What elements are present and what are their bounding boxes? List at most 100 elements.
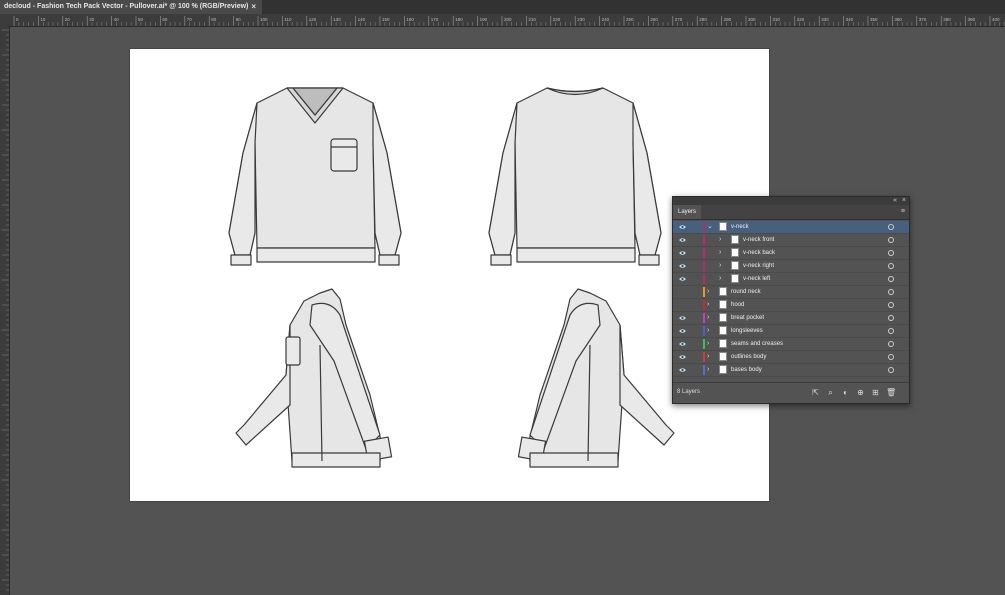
layer-name[interactable]: outlines body: [731, 351, 766, 363]
layer-name[interactable]: seams and creases: [731, 338, 783, 350]
new-layer-icon[interactable]: ⊞: [871, 388, 880, 397]
layer-name[interactable]: bases body: [731, 364, 762, 376]
layer-name[interactable]: v-neck: [731, 221, 749, 233]
chevron-right-icon[interactable]: ›: [707, 300, 709, 310]
pullover-side-left-illustration[interactable]: [510, 285, 680, 471]
layer-row[interactable]: › outlines body: [673, 351, 909, 364]
layer-color-swatch: [703, 365, 705, 375]
layer-name[interactable]: v-neck left: [743, 273, 770, 285]
layer-row[interactable]: ⌄ v-neck: [673, 221, 909, 234]
tab-layers[interactable]: Layers: [673, 205, 702, 219]
layer-thumbnail: [719, 287, 727, 296]
ruler-label: 130: [333, 17, 341, 22]
layer-row[interactable]: › bases body: [673, 364, 909, 377]
chevron-right-icon[interactable]: ›: [707, 339, 709, 349]
layer-row[interactable]: › v-neck right: [673, 260, 909, 273]
chevron-right-icon[interactable]: ›: [719, 235, 721, 245]
ruler-label: 140: [358, 17, 366, 22]
chevron-down-icon[interactable]: ⌄: [707, 222, 713, 232]
chevron-right-icon[interactable]: ›: [719, 274, 721, 284]
chevron-right-icon[interactable]: ›: [707, 313, 709, 323]
ruler-label: 70: [187, 17, 193, 22]
target-circle-icon[interactable]: [888, 302, 894, 308]
target-circle-icon[interactable]: [888, 367, 894, 373]
chevron-right-icon[interactable]: ›: [707, 352, 709, 362]
ruler-label: 210: [528, 17, 536, 22]
ruler-label: 360: [894, 17, 902, 22]
layer-name[interactable]: v-neck front: [743, 234, 774, 246]
eye-icon[interactable]: [679, 250, 686, 256]
pullover-front-illustration[interactable]: [225, 83, 405, 275]
target-circle-icon[interactable]: [888, 250, 894, 256]
pullover-side-right-illustration[interactable]: [230, 285, 400, 471]
trash-icon[interactable]: 🗑: [886, 388, 896, 397]
layer-color-swatch: [703, 287, 705, 297]
target-circle-icon[interactable]: [888, 224, 894, 230]
layer-row[interactable]: › seams and creases: [673, 338, 909, 351]
target-circle-icon[interactable]: [888, 237, 894, 243]
layer-color-swatch: [703, 222, 705, 232]
layer-name[interactable]: longsleeves: [731, 325, 763, 337]
target-circle-icon[interactable]: [888, 354, 894, 360]
document-tab-bar: decloud - Fashion Tech Pack Vector - Pul…: [0, 0, 1005, 14]
search-icon[interactable]: ⌕: [826, 388, 835, 397]
eye-icon[interactable]: [679, 367, 686, 373]
panel-menu-icon[interactable]: ≡: [901, 208, 905, 215]
layer-name[interactable]: round neck: [731, 286, 761, 298]
layers-list: ⌄ v-neck › v-neck front › v-neck back › v-neck …: [673, 221, 909, 377]
visibility-toggle[interactable]: [679, 302, 686, 308]
ruler-label: 120: [309, 17, 317, 22]
target-circle-icon[interactable]: [888, 341, 894, 347]
chevron-right-icon[interactable]: ›: [707, 365, 709, 375]
layer-row[interactable]: › hood: [673, 299, 909, 312]
chevron-right-icon[interactable]: ›: [719, 248, 721, 258]
eye-icon[interactable]: [679, 276, 686, 282]
panel-title-bar[interactable]: « ×: [673, 197, 909, 205]
target-circle-icon[interactable]: [888, 289, 894, 295]
eye-icon[interactable]: [679, 237, 686, 243]
target-circle-icon[interactable]: [888, 315, 894, 321]
layer-row[interactable]: › v-neck front: [673, 234, 909, 247]
eye-icon[interactable]: [679, 354, 686, 360]
layer-row[interactable]: › round neck: [673, 286, 909, 299]
ruler-label: 80: [211, 17, 217, 22]
eye-icon[interactable]: [679, 328, 686, 334]
close-icon[interactable]: ×: [251, 0, 256, 14]
target-circle-icon[interactable]: [888, 328, 894, 334]
ruler-label: 310: [772, 17, 780, 22]
visibility-toggle[interactable]: [679, 289, 686, 295]
layer-row[interactable]: › v-neck left: [673, 273, 909, 286]
layer-row[interactable]: › v-neck back: [673, 247, 909, 260]
horizontal-ruler[interactable]: 0 10 20 30 40 50 60 70 80 90 100 110 120 130 140 150 160…: [0, 14, 1005, 27]
eye-icon[interactable]: [679, 263, 686, 269]
eye-icon[interactable]: [679, 315, 686, 321]
ruler-label: 300: [748, 17, 756, 22]
panel-close-icon[interactable]: ×: [902, 197, 906, 205]
layer-name[interactable]: v-neck right: [743, 260, 774, 272]
eye-icon[interactable]: [679, 341, 686, 347]
vertical-ruler[interactable]: [0, 26, 10, 595]
layer-name[interactable]: v-neck back: [743, 247, 775, 259]
layer-thumbnail: [719, 313, 727, 322]
collapse-icon[interactable]: «: [893, 197, 897, 205]
layer-name[interactable]: hood: [731, 299, 744, 311]
target-circle-icon[interactable]: [888, 263, 894, 269]
chevron-right-icon[interactable]: ›: [707, 287, 709, 297]
document-tab[interactable]: decloud - Fashion Tech Pack Vector - Pul…: [0, 0, 263, 14]
export-icon[interactable]: ⇱: [811, 388, 820, 397]
layers-panel[interactable]: « × Layers ≡ ⌄ v-neck › v-neck front › v-neck…: [672, 196, 910, 404]
layer-row[interactable]: › breat pocket: [673, 312, 909, 325]
eye-icon[interactable]: [679, 224, 686, 230]
sublayer-icon[interactable]: ⊕: [856, 388, 865, 397]
layer-name[interactable]: breat pocket: [731, 312, 764, 324]
pullover-back-illustration[interactable]: [485, 83, 665, 275]
chevron-right-icon[interactable]: ›: [719, 261, 721, 271]
layer-thumbnail: [719, 300, 727, 309]
layer-color-swatch: [703, 326, 705, 336]
layer-color-swatch: [703, 352, 705, 362]
target-circle-icon[interactable]: [888, 276, 894, 282]
clipping-mask-icon[interactable]: ◐: [841, 388, 850, 397]
layer-thumbnail: [731, 235, 739, 244]
layer-row[interactable]: › longsleeves: [673, 325, 909, 338]
chevron-right-icon[interactable]: ›: [707, 326, 709, 336]
